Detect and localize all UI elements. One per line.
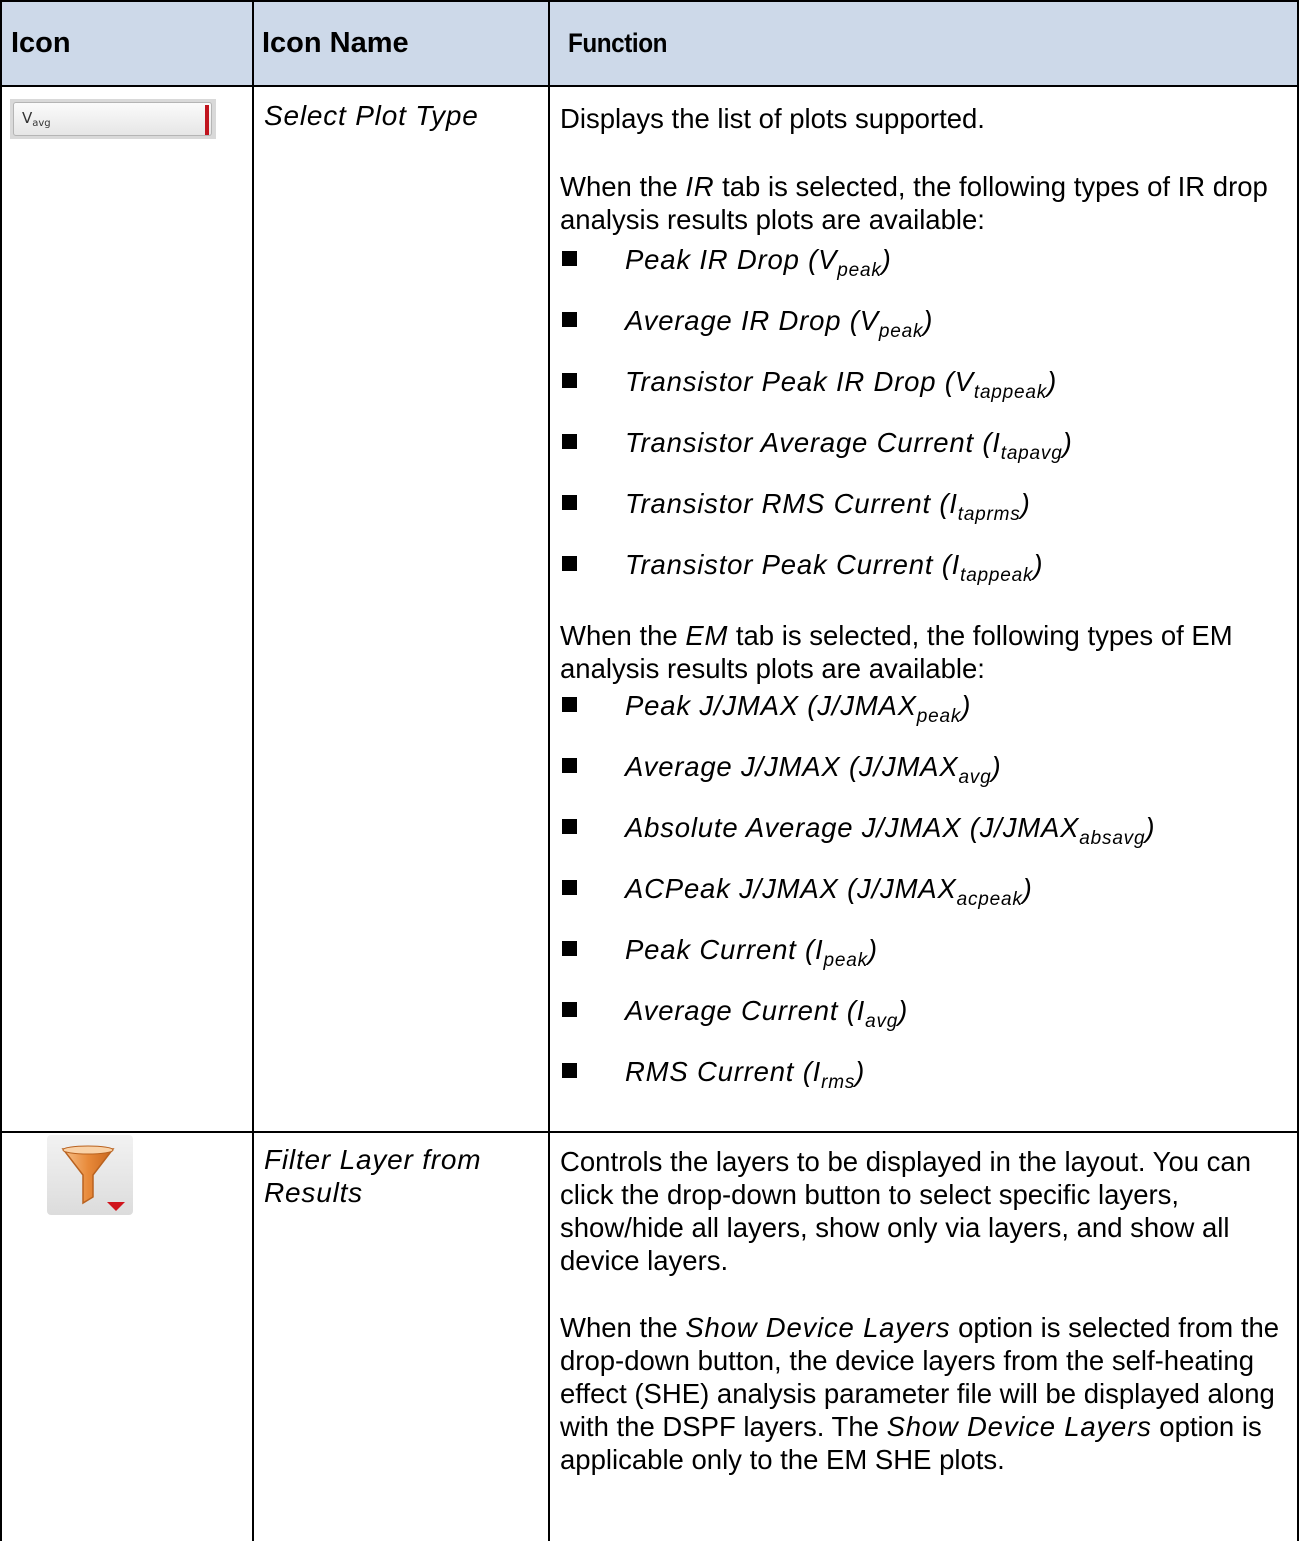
icon-name-filter-layer-line1: Filter Layer from [264, 1144, 482, 1175]
bullet-square-icon [562, 434, 577, 449]
bullet-square-icon [562, 251, 577, 266]
list-item-text: Transistor Peak Current (Itappeak) [625, 549, 1044, 586]
list-item-text: ACPeak J/JMAX (J/JMAXacpeak) [625, 873, 1033, 910]
list-item-text: Transistor Peak IR Drop (Vtappeak) [625, 366, 1058, 403]
list-item-text: Peak Current (Ipeak) [625, 934, 878, 971]
list-item-text: Average IR Drop (Vpeak) [625, 305, 934, 342]
header-icon: Icon [11, 27, 71, 59]
grid-line [0, 85, 1299, 87]
grid-line [0, 1131, 1299, 1133]
list-item-text: Absolute Average J/JMAX (J/JMAXabsavg) [625, 812, 1156, 849]
list-item-text: Average J/JMAX (J/JMAXavg) [625, 751, 1002, 788]
bullet-square-icon [562, 1063, 577, 1078]
bullet-square-icon [562, 697, 577, 712]
filter-funnel-icon [47, 1135, 133, 1215]
em-tab-intro: When the EM tab is selected, the followi… [560, 620, 1233, 684]
bullet-square-icon [562, 312, 577, 327]
icon-name-select-plot-type: Select Plot Type [264, 100, 479, 131]
grid-line [548, 0, 550, 1541]
filter-description: Controls the layers to be displayed in t… [560, 1146, 1252, 1276]
vavg-dropdown-icon: Vavg [10, 99, 216, 139]
icon-name-filter-layer-line2: Results [264, 1177, 363, 1208]
bullet-square-icon [562, 880, 577, 895]
grid-line [252, 0, 254, 1541]
header-function: Function [568, 28, 667, 58]
bullet-square-icon [562, 819, 577, 834]
bullet-square-icon [562, 556, 577, 571]
bullet-square-icon [562, 758, 577, 773]
list-item-text: Average Current (Iavg) [625, 995, 909, 1032]
list-item-text: Transistor Average Current (Itapavg) [625, 427, 1073, 464]
function-description: Displays the list of plots supported. [560, 103, 985, 134]
ir-tab-intro: When the IR tab is selected, the followi… [560, 171, 1268, 235]
grid-line [0, 0, 1299, 2]
grid-line [0, 0, 2, 1541]
bullet-square-icon [562, 495, 577, 510]
bullet-square-icon [562, 373, 577, 388]
list-item-text: Peak IR Drop (Vpeak) [625, 244, 892, 281]
bullet-square-icon [562, 1002, 577, 1017]
list-item-text: Transistor RMS Current (Itaprms) [625, 488, 1031, 525]
bullet-square-icon [562, 941, 577, 956]
header-icon-name: Icon Name [262, 27, 409, 59]
show-device-layers-note: When the Show Device Layers option is se… [560, 1312, 1280, 1475]
list-item-text: RMS Current (Irms) [625, 1056, 866, 1093]
list-item-text: Peak J/JMAX (J/JMAXpeak) [625, 690, 972, 727]
